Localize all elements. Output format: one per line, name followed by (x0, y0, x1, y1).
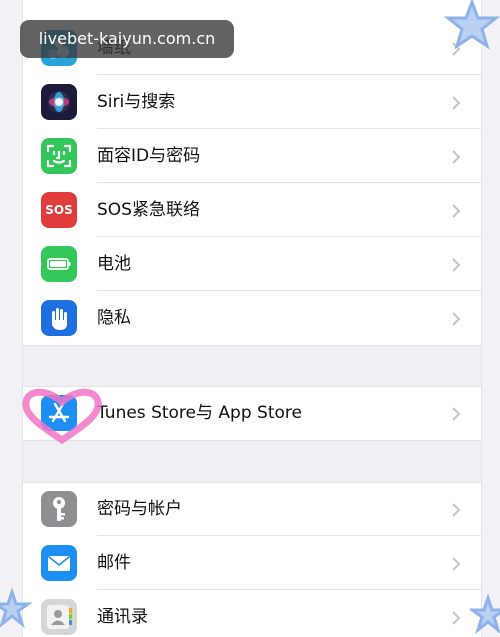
settings-row-face-id[interactable]: 面容ID与密码 (23, 130, 481, 183)
battery-icon (41, 246, 77, 282)
sos-icon-text: SOS (45, 203, 73, 217)
heart-sticker-icon (22, 388, 102, 445)
settings-list: 墙纸 Siri与搜索 面容ID与密码 (22, 0, 482, 637)
settings-row-label: Tunes Store与 App Store (97, 403, 302, 423)
settings-row-label: SOS紧急联络 (97, 200, 200, 220)
sos-icon: SOS (41, 192, 77, 228)
contacts-icon (41, 599, 77, 635)
settings-row-contacts[interactable]: 通讯录 (23, 591, 481, 637)
settings-row-label: 邮件 (97, 553, 131, 573)
settings-row-label: 密码与帐户 (97, 499, 182, 519)
settings-row-label: Siri与搜索 (97, 92, 176, 112)
face-id-icon (41, 138, 77, 174)
chevron-right-icon (452, 204, 461, 218)
settings-row-battery[interactable]: 电池 (23, 238, 481, 291)
chevron-right-icon (452, 150, 461, 164)
settings-row-sos[interactable]: SOS SOS紧急联络 (23, 184, 481, 237)
star-sticker-icon (0, 588, 32, 628)
key-icon (41, 491, 77, 527)
star-sticker-icon (444, 0, 500, 50)
chevron-right-icon (452, 557, 461, 571)
settings-row-label: 通讯录 (97, 607, 148, 627)
settings-row-privacy[interactable]: 隐私 (23, 292, 481, 345)
chevron-right-icon (452, 258, 461, 272)
settings-row-label: 隐私 (97, 308, 131, 328)
chevron-right-icon (452, 503, 461, 517)
chevron-right-icon (452, 96, 461, 110)
settings-row-siri[interactable]: Siri与搜索 (23, 76, 481, 129)
mail-icon (41, 545, 77, 581)
chevron-right-icon (452, 407, 461, 421)
settings-row-label: 电池 (97, 254, 131, 274)
privacy-hand-icon (41, 300, 77, 336)
chevron-right-icon (452, 611, 461, 625)
star-sticker-icon (470, 594, 500, 634)
section-gap (23, 345, 481, 387)
settings-row-passwords-accounts[interactable]: 密码与帐户 (23, 483, 481, 536)
settings-row-label: 面容ID与密码 (97, 146, 201, 166)
settings-row-mail[interactable]: 邮件 (23, 537, 481, 590)
watermark-label: livebet-kaiyun.com.cn (20, 20, 234, 58)
siri-icon (41, 84, 77, 120)
chevron-right-icon (452, 312, 461, 326)
